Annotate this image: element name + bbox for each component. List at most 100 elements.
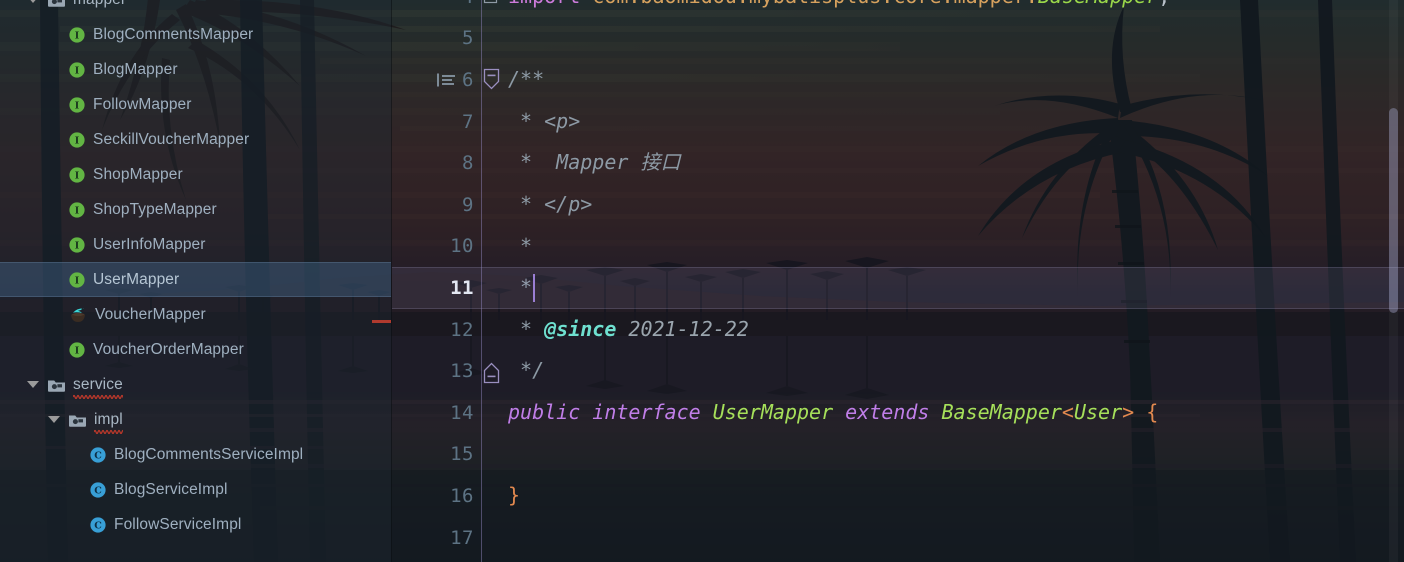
editor-gutter[interactable]: 13: [392, 350, 480, 392]
tree-item-blogserviceimpl[interactable]: C BlogServiceImpl: [0, 472, 391, 507]
panel-divider[interactable]: [391, 0, 392, 562]
editor-line-16[interactable]: 16}: [392, 475, 1404, 517]
line-number: 17: [450, 526, 474, 549]
editor-gutter[interactable]: 14: [392, 392, 480, 434]
editor-gutter[interactable]: 17: [392, 517, 480, 559]
code-text[interactable]: */: [508, 350, 1404, 392]
editor-line-15[interactable]: 15: [392, 434, 1404, 476]
code-text[interactable]: * </p>: [508, 184, 1404, 226]
editor-gutter[interactable]: 4: [392, 0, 480, 18]
editor-gutter[interactable]: 7: [392, 101, 480, 143]
code-text[interactable]: [508, 18, 1404, 60]
tree-item-vouchermapper[interactable]: VoucherMapper: [0, 297, 391, 332]
tree-item-usermapper[interactable]: I UserMapper: [0, 262, 391, 297]
interface-icon: I: [68, 61, 93, 79]
fold-start-icon[interactable]: [483, 68, 500, 90]
tree-item-shoptypemapper[interactable]: I ShopTypeMapper: [0, 192, 391, 227]
code-editor[interactable]: 4 import com.baomidou.mybatisplus.core.ma…: [392, 0, 1404, 562]
tree-item-label: ShopTypeMapper: [93, 200, 217, 218]
expand-arrow-icon[interactable]: [26, 378, 39, 391]
fold-gutter[interactable]: [480, 59, 508, 101]
fold-gutter[interactable]: [480, 350, 508, 392]
editor-line-4[interactable]: 4 import com.baomidou.mybatisplus.core.ma…: [392, 0, 1404, 18]
expand-arrow-icon[interactable]: [47, 413, 60, 426]
code-token: com.baomidou.mybatisplus.core.mapper.: [592, 0, 1038, 18]
code-text[interactable]: * <p>: [508, 101, 1404, 143]
code-token: * </p>: [508, 192, 593, 216]
fold-gutter[interactable]: [480, 101, 508, 143]
code-text[interactable]: import com.baomidou.mybatisplus.core.map…: [508, 0, 1404, 18]
editor-gutter[interactable]: 12: [392, 309, 480, 351]
editor-gutter[interactable]: 16: [392, 475, 480, 517]
fold-gutter[interactable]: [480, 392, 508, 434]
code-text[interactable]: *: [508, 226, 1404, 268]
tree-item-label: FollowMapper: [93, 95, 192, 113]
editor-gutter[interactable]: 5: [392, 18, 480, 60]
javadoc-structure-icon[interactable]: [436, 72, 463, 87]
editor-line-14[interactable]: 14 public interface UserMapper extends Ba…: [392, 392, 1404, 434]
tree-item-shopmapper[interactable]: I ShopMapper: [0, 157, 391, 192]
fold-gutter[interactable]: [480, 475, 508, 517]
tree-item-impl[interactable]: impl: [0, 402, 391, 437]
tree-item-blogcommentsserviceimpl[interactable]: C BlogCommentsServiceImpl: [0, 437, 391, 472]
code-text[interactable]: /**: [508, 59, 1404, 101]
editor-gutter[interactable]: 10: [392, 226, 480, 268]
tree-item-blogcommentsmapper[interactable]: I BlogCommentsMapper: [0, 17, 391, 52]
code-text[interactable]: }: [508, 475, 1404, 517]
code-text[interactable]: *: [508, 267, 1404, 309]
code-token: */: [508, 358, 545, 383]
project-tree-scrollbar-thumb[interactable]: [1389, 108, 1398, 313]
fold-gutter[interactable]: [480, 184, 508, 226]
line-number: 14: [450, 401, 474, 424]
editor-line-10[interactable]: 10 *: [392, 226, 1404, 268]
tree-item-mapper[interactable]: mapper: [0, 0, 391, 17]
editor-line-8[interactable]: 8 * Mapper 接口: [392, 142, 1404, 184]
tree-item-voucherordermapper[interactable]: I VoucherOrderMapper: [0, 332, 391, 367]
editor-line-7[interactable]: 7 * <p>: [392, 101, 1404, 143]
code-text[interactable]: [508, 434, 1404, 476]
tree-item-seckillvouchermapper[interactable]: I SeckillVoucherMapper: [0, 122, 391, 157]
code-text[interactable]: [508, 517, 1404, 559]
fold-collapsed-box-icon[interactable]: [483, 0, 499, 7]
fold-gutter[interactable]: [480, 267, 508, 309]
code-text[interactable]: * Mapper 接口: [508, 142, 1404, 184]
fold-gutter[interactable]: [480, 309, 508, 351]
editor-line-17[interactable]: 17: [392, 517, 1404, 559]
editor-line-6[interactable]: 6 /**: [392, 59, 1404, 101]
editor-gutter[interactable]: 15: [392, 434, 480, 476]
project-tool-window[interactable]: mapper I BlogCommentsMapper I BlogMapper I Fol…: [0, 0, 391, 562]
editor-gutter[interactable]: 8: [392, 142, 480, 184]
fold-end-icon[interactable]: [483, 362, 500, 384]
code-token: BaseMapper: [1038, 0, 1158, 18]
fold-gutter[interactable]: [480, 0, 508, 18]
fold-gutter[interactable]: [480, 226, 508, 268]
editor-gutter[interactable]: 6: [392, 59, 480, 101]
fold-gutter[interactable]: [480, 517, 508, 559]
tree-item-followmapper[interactable]: I FollowMapper: [0, 87, 391, 122]
editor-line-9[interactable]: 9 * </p>: [392, 184, 1404, 226]
code-token: @since: [544, 316, 617, 341]
tree-item-userinfomapper[interactable]: I UserInfoMapper: [0, 227, 391, 262]
tree-item-followserviceimpl[interactable]: C FollowServiceImpl: [0, 507, 391, 542]
editor-line-5[interactable]: 5: [392, 18, 1404, 60]
tree-item-blogmapper[interactable]: I BlogMapper: [0, 52, 391, 87]
editor-gutter[interactable]: 11: [392, 267, 480, 309]
expand-arrow-icon[interactable]: [26, 0, 39, 6]
editor-gutter[interactable]: 9: [392, 184, 480, 226]
fold-gutter[interactable]: [480, 434, 508, 476]
editor-line-12[interactable]: 12 * @since 2021-12-22: [392, 309, 1404, 351]
code-text[interactable]: public interface UserMapper extends Base…: [508, 392, 1404, 434]
code-text[interactable]: * @since 2021-12-22: [508, 309, 1404, 351]
fold-gutter[interactable]: [480, 18, 508, 60]
editor-line-13[interactable]: 13 */: [392, 350, 1404, 392]
line-number: 12: [450, 318, 474, 341]
editor-line-11[interactable]: 11 *: [392, 267, 1404, 309]
tree-item-service[interactable]: service: [0, 367, 391, 402]
code-fold-guide-line: [481, 0, 482, 562]
fold-gutter[interactable]: [480, 142, 508, 184]
code-token: BaseMapper: [941, 400, 1062, 424]
